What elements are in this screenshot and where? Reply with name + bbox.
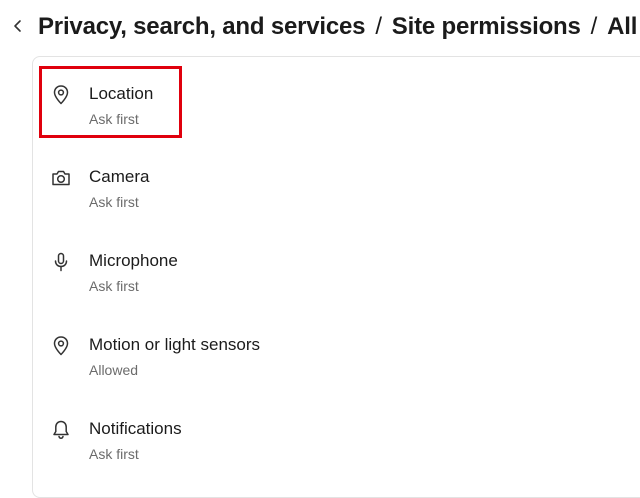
permission-label: Motion or light sensors	[89, 335, 261, 354]
microphone-icon	[54, 252, 68, 272]
bell-icon	[53, 420, 69, 440]
breadcrumb-separator: /	[375, 13, 382, 40]
chevron-left-icon	[14, 20, 21, 32]
breadcrumb-all: All	[607, 13, 638, 40]
location-pin-icon	[53, 85, 69, 105]
permission-status: Allowed	[89, 362, 139, 378]
camera-icon	[52, 170, 70, 186]
page-header: Privacy, search, and services / Site permi…	[0, 0, 640, 54]
permission-status: Ask first	[89, 278, 139, 294]
permission-status: Ask first	[89, 446, 139, 462]
permission-label: Notifications	[89, 419, 182, 438]
sensor-pin-icon	[53, 336, 69, 356]
permissions-list: Location Ask first Camera Ask first Micr…	[32, 56, 640, 498]
breadcrumb-privacy[interactable]: Privacy, search, and services	[38, 13, 366, 40]
permission-item-location[interactable]: Location Ask first	[33, 83, 633, 153]
permission-item-notifications[interactable]: Notifications Ask first	[33, 418, 633, 488]
permission-item-microphone[interactable]: Microphone Ask first	[33, 250, 633, 320]
permission-label: Camera	[89, 167, 150, 186]
permission-item-motion-sensors[interactable]: Motion or light sensors Allowed	[33, 334, 633, 404]
breadcrumb-site-permissions[interactable]: Site permissions	[392, 13, 581, 40]
permission-label: Location	[89, 84, 154, 103]
permission-item-camera[interactable]: Camera Ask first	[33, 166, 633, 236]
permission-status: Ask first	[89, 111, 139, 127]
breadcrumb-separator: /	[590, 13, 598, 40]
permission-status: Ask first	[89, 194, 139, 210]
breadcrumb: Privacy, search, and services / Site permi…	[38, 10, 637, 44]
back-button[interactable]	[8, 14, 28, 38]
permission-label: Microphone	[89, 251, 178, 270]
